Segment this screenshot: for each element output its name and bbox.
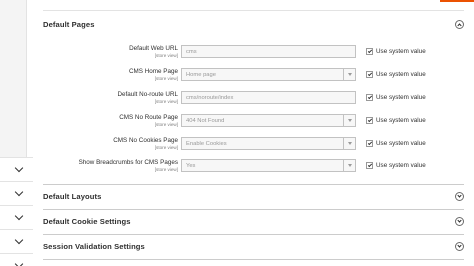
checkbox[interactable] bbox=[366, 71, 373, 78]
left-nav-expand-3[interactable] bbox=[0, 205, 33, 229]
divider bbox=[43, 184, 464, 185]
collapse-icon[interactable] bbox=[455, 19, 464, 29]
section-title: Session Validation Settings bbox=[43, 241, 145, 251]
use-system-value-label: Use system value bbox=[376, 140, 426, 147]
config-main: Default Pages Default Web URL [store vie… bbox=[33, 0, 474, 266]
dropdown-arrow-icon bbox=[343, 138, 355, 149]
section-title: Default Cookie Settings bbox=[43, 216, 131, 226]
chevron-down-icon bbox=[14, 187, 24, 197]
dropdown-arrow-icon bbox=[343, 115, 355, 126]
section-default-layouts-header[interactable]: Default Layouts bbox=[43, 186, 464, 206]
divider bbox=[43, 259, 464, 260]
field-label: Show Breadcrumbs for CMS Pages bbox=[78, 159, 178, 166]
expand-icon[interactable] bbox=[455, 241, 464, 251]
dropdown-arrow-icon bbox=[343, 69, 355, 80]
left-nav-expand-5[interactable] bbox=[0, 253, 33, 266]
use-system-value-toggle[interactable]: Use system value bbox=[366, 159, 426, 172]
field-label: CMS Home Page bbox=[129, 68, 178, 75]
field-row-default-web-url: Default Web URL [store view] cms Use sys… bbox=[43, 44, 464, 64]
use-system-value-label: Use system value bbox=[376, 71, 426, 78]
section-title: Default Layouts bbox=[43, 191, 102, 201]
dropdown-arrow-icon bbox=[343, 160, 355, 171]
show-breadcrumbs-select[interactable]: Yes bbox=[181, 159, 356, 172]
section-default-pages-header[interactable]: Default Pages bbox=[43, 14, 464, 34]
field-label: Default Web URL bbox=[129, 45, 178, 52]
field-row-default-no-route-url: Default No-route URL [store view] cms/no… bbox=[43, 90, 464, 110]
use-system-value-toggle[interactable]: Use system value bbox=[366, 137, 426, 150]
use-system-value-label: Use system value bbox=[376, 117, 426, 124]
field-row-cms-no-route-page: CMS No Route Page [store view] 404 Not F… bbox=[43, 113, 464, 133]
section-session-validation-header[interactable]: Session Validation Settings bbox=[43, 236, 464, 256]
use-system-value-toggle[interactable]: Use system value bbox=[366, 91, 426, 104]
checkbox[interactable] bbox=[366, 48, 373, 55]
left-nav bbox=[0, 0, 33, 266]
section-title: Default Pages bbox=[43, 19, 95, 29]
checkbox[interactable] bbox=[366, 162, 373, 169]
left-nav-expand-4[interactable] bbox=[0, 229, 33, 253]
field-scope: [store view] bbox=[154, 145, 178, 150]
cms-no-cookies-page-select[interactable]: Enable Cookies bbox=[181, 137, 356, 150]
divider bbox=[43, 209, 464, 210]
field-label: Default No-route URL bbox=[117, 91, 178, 98]
left-nav-expand-2[interactable] bbox=[0, 181, 33, 205]
chevron-down-icon bbox=[14, 163, 24, 173]
cms-no-route-page-select[interactable]: 404 Not Found bbox=[181, 114, 356, 127]
divider bbox=[43, 10, 464, 11]
field-row-cms-home-page: CMS Home Page [store view] Home page Use… bbox=[43, 67, 464, 87]
use-system-value-label: Use system value bbox=[376, 48, 426, 55]
left-nav-background bbox=[0, 0, 27, 158]
chevron-down-icon bbox=[14, 235, 24, 245]
expand-icon[interactable] bbox=[455, 216, 464, 226]
field-scope: [store view] bbox=[154, 167, 178, 172]
expand-icon[interactable] bbox=[455, 191, 464, 201]
divider bbox=[43, 234, 464, 235]
field-scope: [store view] bbox=[154, 76, 178, 81]
field-row-show-breadcrumbs: Show Breadcrumbs for CMS Pages [store vi… bbox=[43, 158, 464, 178]
use-system-value-label: Use system value bbox=[376, 94, 426, 101]
field-label: CMS No Cookies Page bbox=[113, 137, 178, 144]
default-web-url-input[interactable]: cms bbox=[181, 45, 356, 58]
use-system-value-toggle[interactable]: Use system value bbox=[366, 114, 426, 127]
field-label: CMS No Route Page bbox=[119, 114, 178, 121]
checkbox[interactable] bbox=[366, 94, 373, 101]
checkbox[interactable] bbox=[366, 140, 373, 147]
checkbox[interactable] bbox=[366, 117, 373, 124]
field-scope: [store view] bbox=[154, 53, 178, 58]
chevron-down-icon bbox=[14, 211, 24, 221]
chevron-down-icon bbox=[14, 259, 24, 266]
use-system-value-toggle[interactable]: Use system value bbox=[366, 45, 426, 58]
field-row-cms-no-cookies-page: CMS No Cookies Page [store view] Enable … bbox=[43, 136, 464, 156]
use-system-value-label: Use system value bbox=[376, 162, 426, 169]
section-default-cookie-header[interactable]: Default Cookie Settings bbox=[43, 211, 464, 231]
default-no-route-url-input[interactable]: cms/noroute/index bbox=[181, 91, 356, 104]
use-system-value-toggle[interactable]: Use system value bbox=[366, 68, 426, 81]
field-scope: [store view] bbox=[154, 122, 178, 127]
field-scope: [store view] bbox=[154, 99, 178, 104]
left-nav-expand-1[interactable] bbox=[0, 157, 33, 181]
cms-home-page-select[interactable]: Home page bbox=[181, 68, 356, 81]
